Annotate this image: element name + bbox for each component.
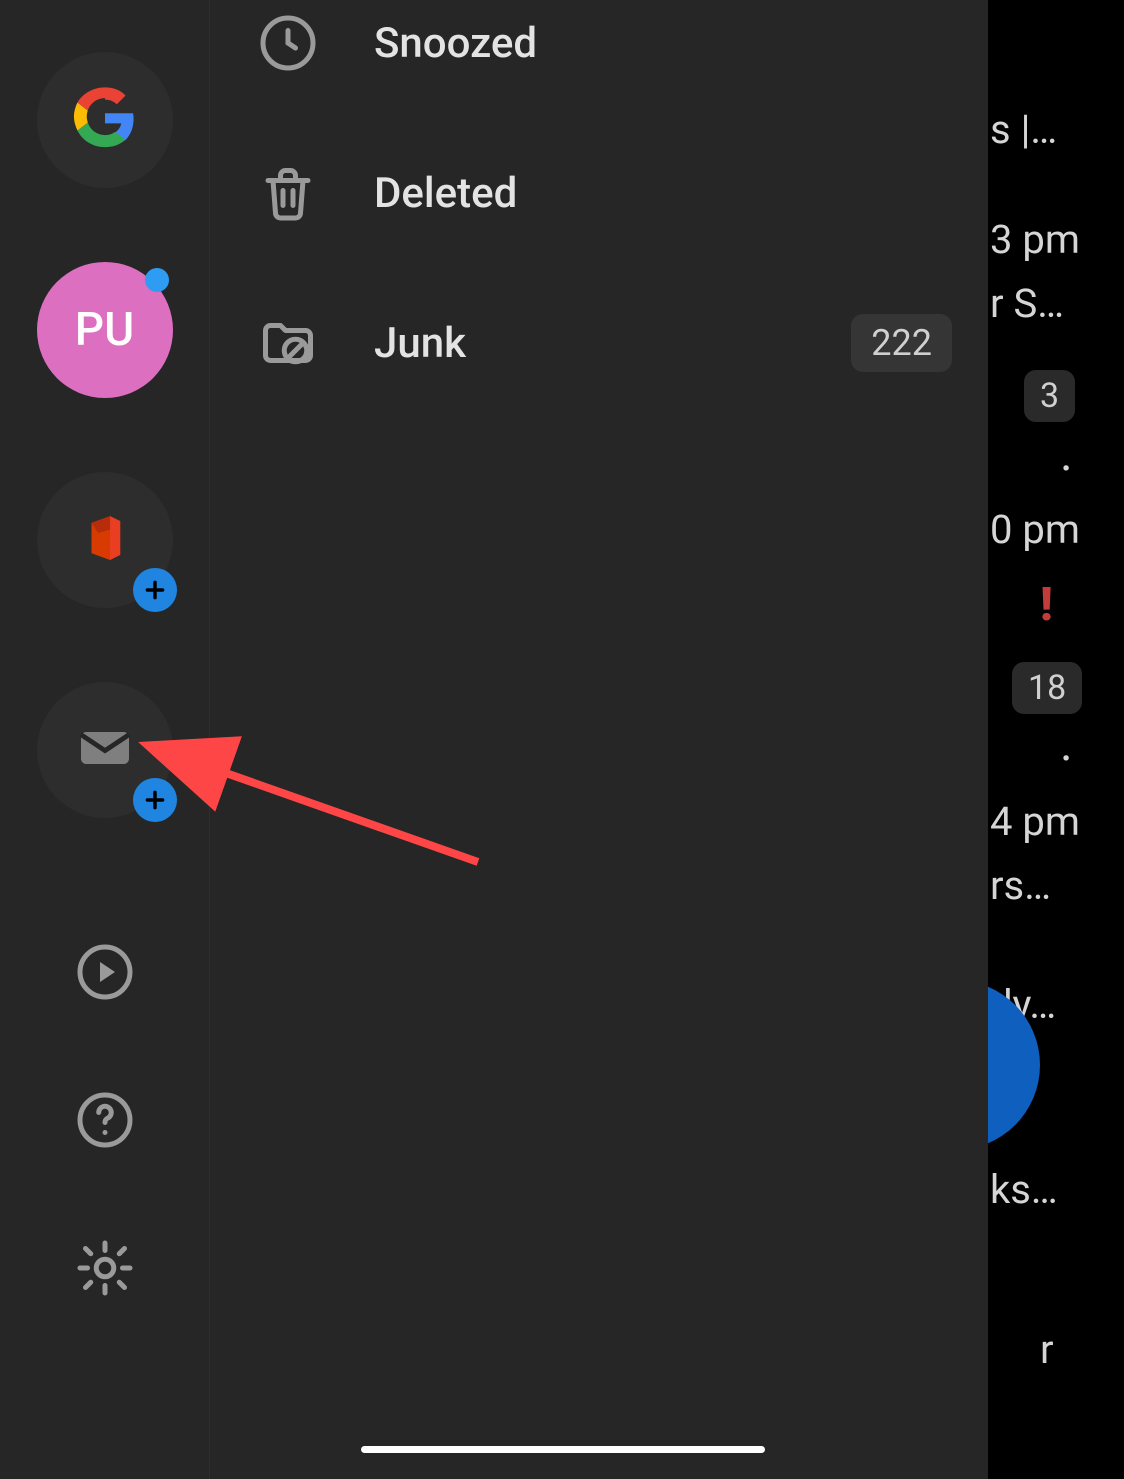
unread-dot-icon bbox=[145, 268, 169, 292]
important-icon: ! bbox=[1040, 578, 1053, 632]
bg-time: 3 pm bbox=[990, 220, 1080, 260]
folder-junk[interactable]: Junk 222 bbox=[210, 268, 988, 418]
navigation-drawer: PU bbox=[0, 0, 988, 1479]
folder-label: Snoozed bbox=[374, 19, 537, 68]
bg-snippet: r S… bbox=[990, 284, 1064, 324]
bg-snippet: s |… bbox=[990, 110, 1057, 150]
folder-list: Snoozed Deleted Junk 222 bbox=[210, 0, 988, 1479]
folder-deleted[interactable]: Deleted bbox=[210, 118, 988, 268]
bg-time: 4 pm bbox=[990, 802, 1080, 842]
folder-label: Junk bbox=[374, 319, 466, 368]
bg-snippet: rs… bbox=[990, 866, 1051, 906]
folder-label: Deleted bbox=[374, 169, 517, 218]
bg-snippet: . bbox=[1060, 720, 1073, 768]
mail-icon bbox=[73, 716, 137, 784]
junk-folder-icon bbox=[258, 313, 318, 373]
bg-count-badge: 3 bbox=[1024, 370, 1075, 422]
home-indicator bbox=[361, 1446, 765, 1453]
help-button[interactable] bbox=[75, 1090, 135, 1154]
account-initials: PU bbox=[75, 303, 134, 357]
google-icon bbox=[70, 83, 140, 157]
folder-snoozed[interactable]: Snoozed bbox=[210, 0, 988, 118]
bg-snippet: . bbox=[1060, 430, 1073, 478]
accounts-rail: PU bbox=[0, 0, 210, 1479]
account-pu[interactable]: PU bbox=[37, 262, 173, 398]
trash-icon bbox=[258, 163, 318, 223]
bg-count-badge: 18 bbox=[1012, 662, 1082, 714]
add-office-account[interactable] bbox=[37, 472, 173, 608]
add-mail-account[interactable] bbox=[37, 682, 173, 818]
junk-count-badge: 222 bbox=[851, 314, 952, 372]
bg-snippet: r bbox=[1040, 1330, 1054, 1370]
bg-time: 0 pm bbox=[990, 510, 1080, 550]
clock-icon bbox=[258, 13, 318, 73]
account-google[interactable] bbox=[37, 52, 173, 188]
office-icon bbox=[78, 511, 132, 569]
bg-snippet: ks… bbox=[990, 1170, 1058, 1210]
plus-badge-icon bbox=[133, 568, 177, 612]
plus-badge-icon bbox=[133, 778, 177, 822]
settings-button[interactable] bbox=[75, 1238, 135, 1302]
play-intro-button[interactable] bbox=[75, 942, 135, 1006]
